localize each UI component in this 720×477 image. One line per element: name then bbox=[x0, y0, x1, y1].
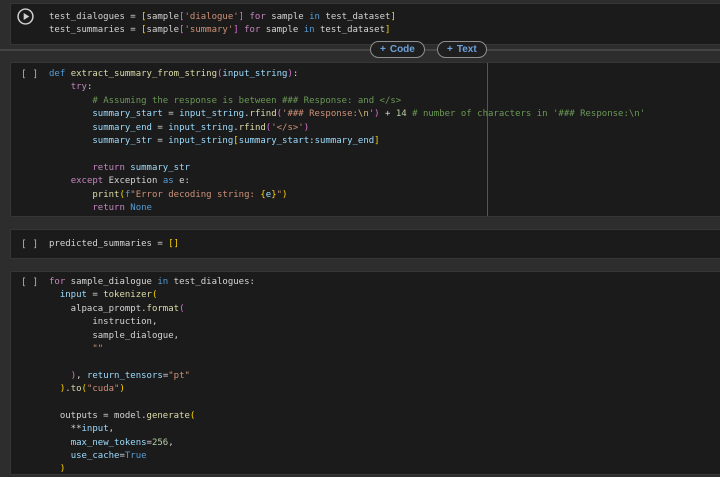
code-line: outputs = model.generate( bbox=[49, 410, 720, 423]
add-code-label: Code bbox=[390, 42, 415, 57]
code-editor[interactable]: test_dialogues = [sample['dialogue'] for… bbox=[49, 4, 720, 38]
code-line: test_dialogues = [sample['dialogue'] for… bbox=[49, 11, 720, 24]
code-line: summary_str = input_string[summary_start… bbox=[49, 135, 720, 148]
code-editor[interactable]: for sample_dialogue in test_dialogues: i… bbox=[49, 272, 720, 477]
code-line bbox=[49, 356, 720, 369]
code-line bbox=[49, 148, 720, 161]
cell-gutter: [ ] bbox=[11, 230, 49, 251]
code-line bbox=[49, 397, 720, 410]
code-line: except Exception as e: bbox=[49, 175, 720, 188]
play-circle-icon bbox=[17, 13, 34, 28]
code-line: use_cache=True bbox=[49, 450, 720, 463]
code-line: for sample_dialogue in test_dialogues: bbox=[49, 276, 720, 289]
divider-line bbox=[0, 49, 720, 51]
code-line: summary_end = input_string.rfind('</s>') bbox=[49, 122, 720, 135]
code-line: ).to("cuda") bbox=[49, 383, 720, 396]
execution-count[interactable]: [ ] bbox=[21, 272, 49, 289]
code-line: alpaca_prompt.format( bbox=[49, 303, 720, 316]
code-line: max_new_tokens=256, bbox=[49, 437, 720, 450]
execution-count[interactable]: [ ] bbox=[21, 230, 49, 251]
code-line: ) bbox=[49, 463, 720, 476]
code-line: sample_dialogue, bbox=[49, 330, 720, 343]
code-editor[interactable]: predicted_summaries = [] bbox=[49, 230, 720, 251]
cell-insertion-divider: + Code + Text bbox=[0, 41, 720, 59]
add-text-button[interactable]: + Text bbox=[437, 41, 487, 58]
code-cell-4[interactable]: [ ] for sample_dialogue in test_dialogue… bbox=[10, 271, 720, 475]
add-code-button[interactable]: + Code bbox=[370, 41, 425, 58]
code-line: instruction, bbox=[49, 316, 720, 329]
cell-gutter bbox=[11, 4, 49, 28]
code-line: return summary_str bbox=[49, 162, 720, 175]
code-line: input = tokenizer( bbox=[49, 289, 720, 302]
code-cell-3[interactable]: [ ] predicted_summaries = [] bbox=[10, 229, 720, 259]
code-line: print(f"Error decoding string: {e}") bbox=[49, 189, 720, 202]
execution-count[interactable]: [ ] bbox=[21, 63, 49, 81]
add-text-label: Text bbox=[457, 42, 477, 57]
code-line: **input, bbox=[49, 423, 720, 436]
cell-gutter: [ ] bbox=[11, 272, 49, 289]
code-line: ), return_tensors="pt" bbox=[49, 370, 720, 383]
code-cell-2[interactable]: [ ] def extract_summary_from_string(inpu… bbox=[10, 62, 720, 217]
cell-gutter: [ ] bbox=[11, 63, 49, 81]
code-line: def extract_summary_from_string(input_st… bbox=[49, 68, 720, 81]
code-line: summary_start = input_string.rfind('### … bbox=[49, 108, 720, 121]
plus-icon: + bbox=[447, 42, 453, 57]
code-line: "" bbox=[49, 343, 720, 356]
code-line: predicted_summaries = [] bbox=[49, 238, 720, 251]
run-cell-button[interactable] bbox=[17, 8, 34, 28]
notebook: test_dialogues = [sample['dialogue'] for… bbox=[0, 0, 720, 465]
code-line: # Assuming the response is between ### R… bbox=[49, 95, 720, 108]
code-cell-1[interactable]: test_dialogues = [sample['dialogue'] for… bbox=[10, 3, 720, 45]
code-line: test_summaries = [sample['summary'] for … bbox=[49, 24, 720, 37]
plus-icon: + bbox=[380, 42, 386, 57]
code-line: return None bbox=[49, 202, 720, 215]
code-line: try: bbox=[49, 81, 720, 94]
code-editor[interactable]: def extract_summary_from_string(input_st… bbox=[49, 63, 720, 215]
